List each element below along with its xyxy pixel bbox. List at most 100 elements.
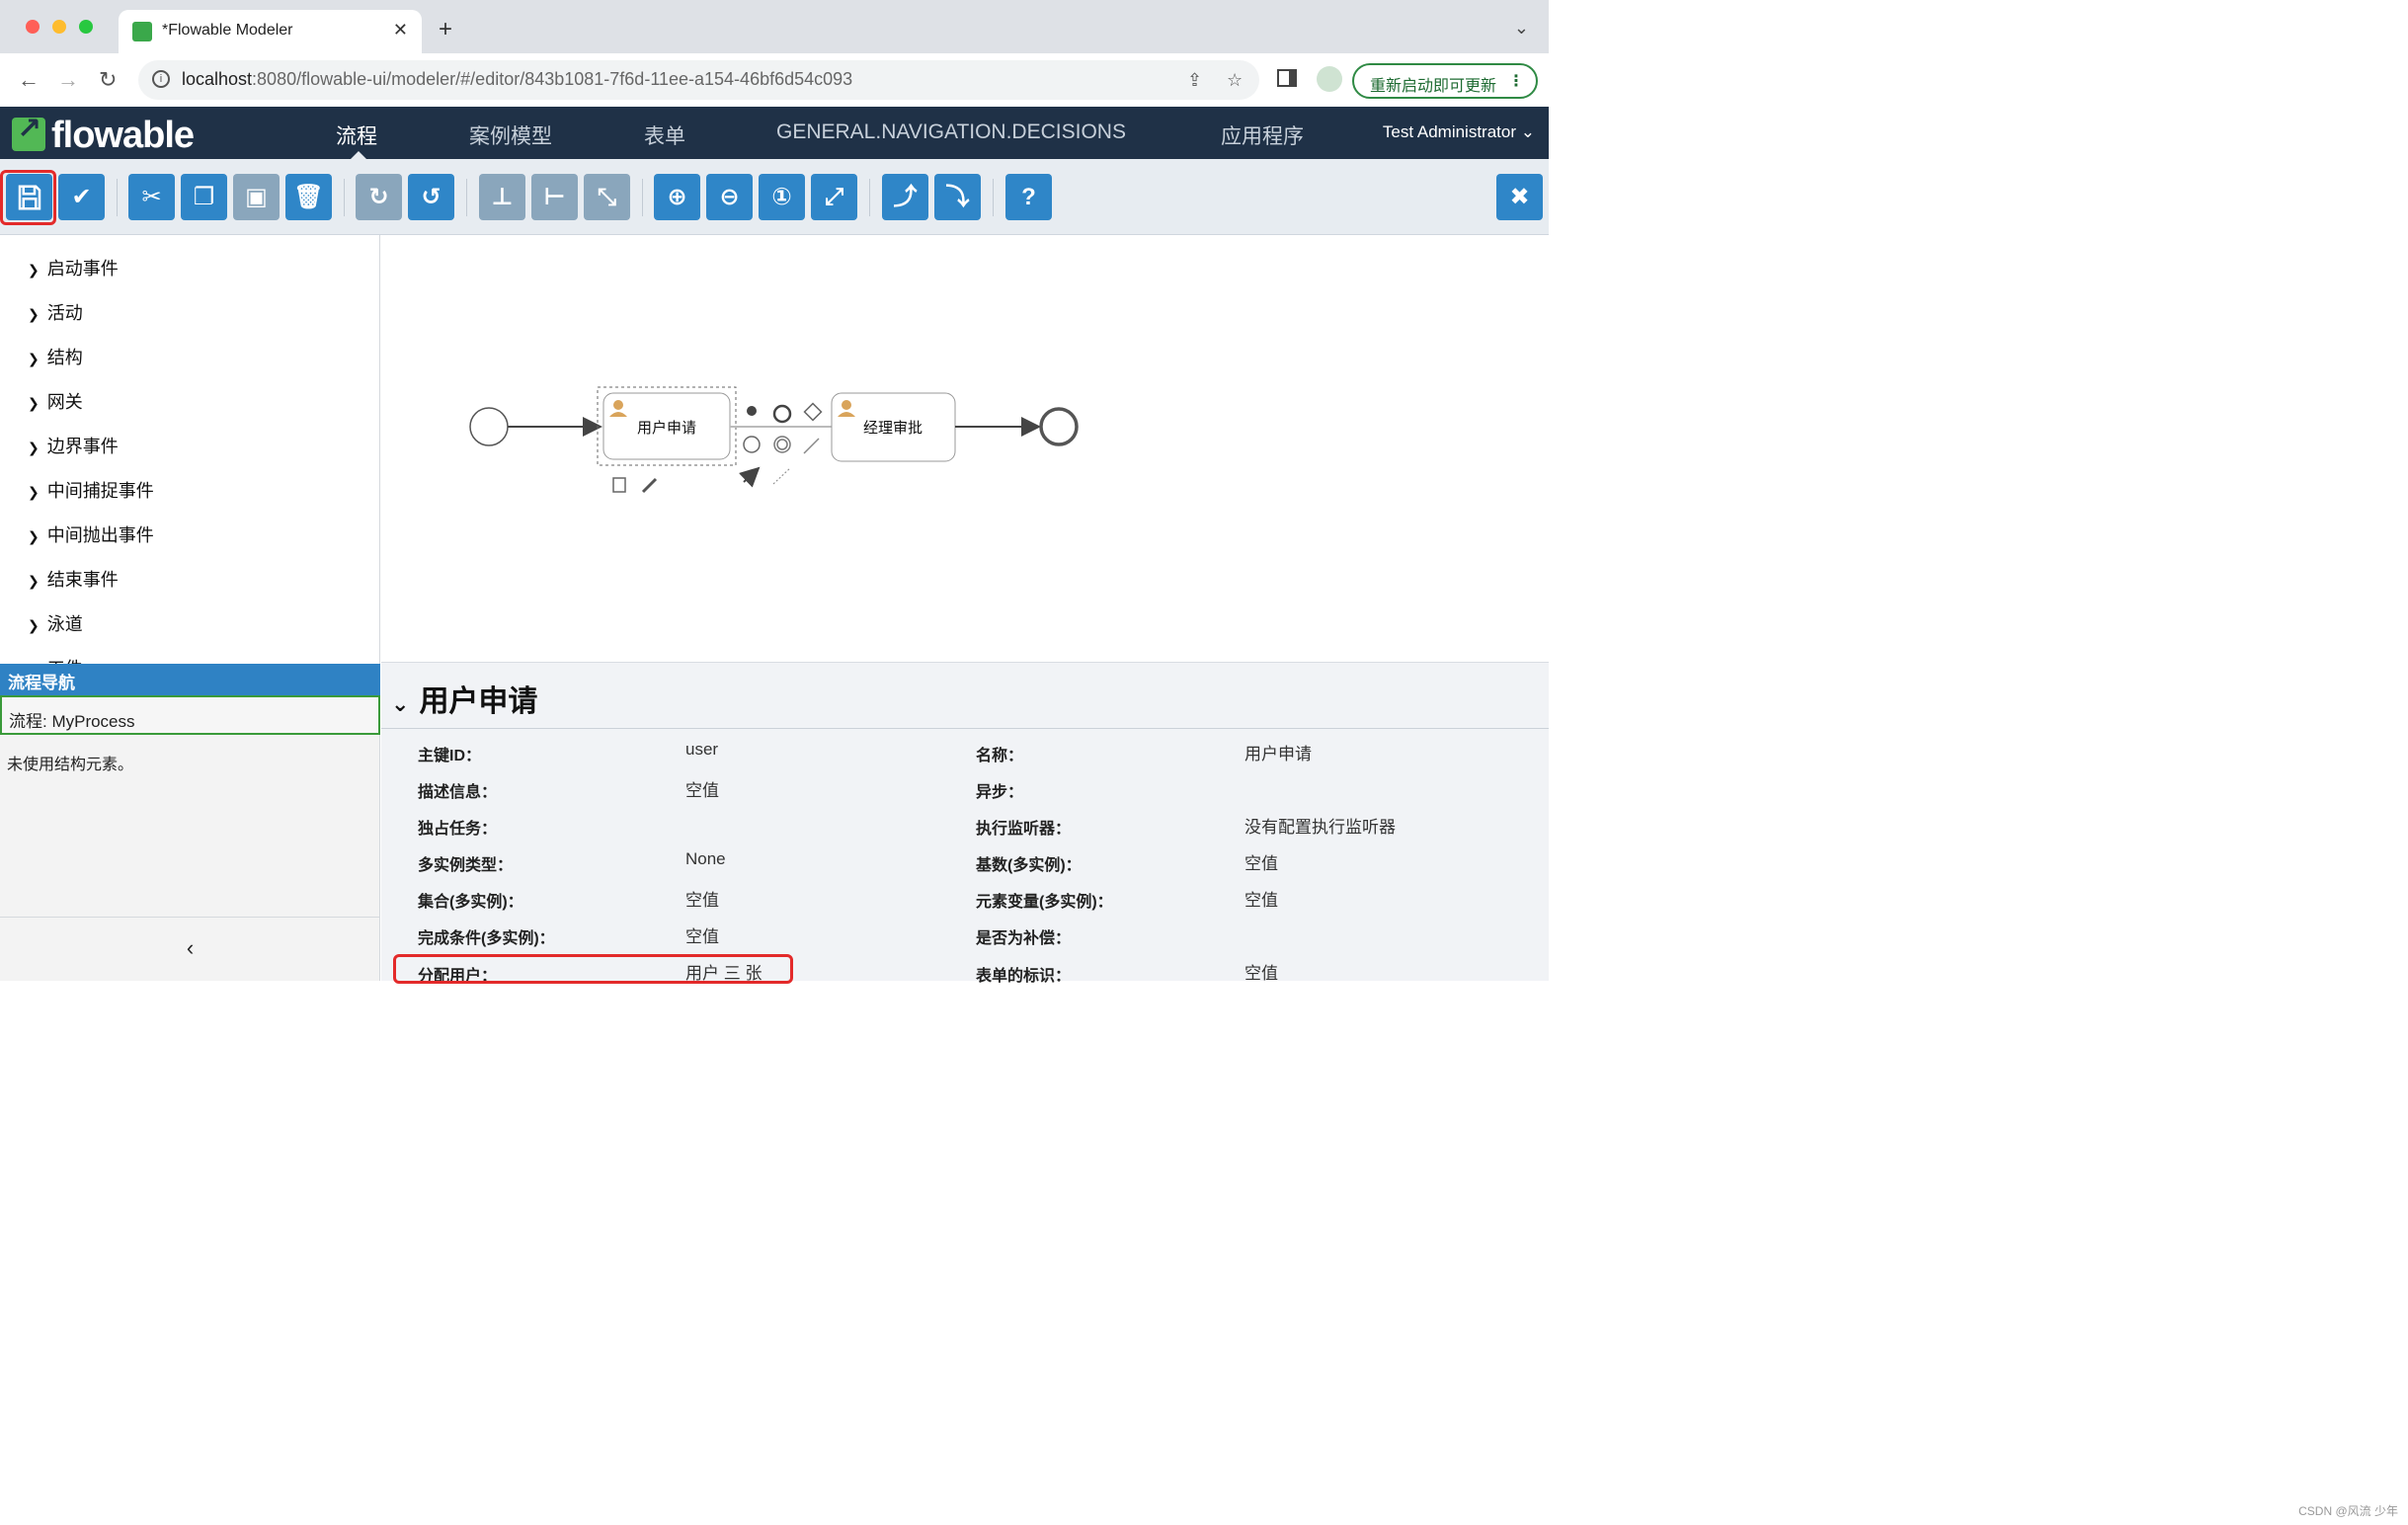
browser-tab[interactable]: *Flowable Modeler ✕ bbox=[119, 10, 422, 53]
prop-value-collection[interactable]: 空值 bbox=[685, 886, 719, 911]
prop-label-compensation: 是否为补偿： bbox=[976, 930, 1072, 947]
help-icon: ? bbox=[1021, 184, 1036, 210]
back-icon[interactable]: ← bbox=[18, 67, 40, 93]
checkmark-icon: ✔ bbox=[71, 184, 92, 210]
nav-form[interactable]: 表单 bbox=[644, 120, 685, 150]
prop-value-multi-instance-type[interactable]: None bbox=[685, 849, 726, 869]
prop-value-execution-listeners[interactable]: 没有配置执行监听器 bbox=[1244, 813, 1396, 838]
same-size-button[interactable]: ⤡ bbox=[584, 174, 630, 220]
quick-association-icon[interactable] bbox=[803, 438, 820, 454]
quick-delete-icon[interactable] bbox=[612, 477, 626, 493]
prop-label-description: 描述信息： bbox=[418, 784, 498, 801]
zoom-in-button[interactable]: ⊕ bbox=[654, 174, 700, 220]
browser-tab-bar: *Flowable Modeler ✕ + ⌄ bbox=[0, 0, 1549, 53]
tab-title: *Flowable Modeler bbox=[162, 22, 293, 39]
cut-button[interactable]: ✂ bbox=[128, 174, 175, 220]
toolbar-separator bbox=[869, 179, 870, 216]
palette-group-boundary-events[interactable]: 边界事件 bbox=[28, 433, 119, 458]
forward-icon[interactable]: → bbox=[57, 67, 79, 93]
user-menu[interactable]: Test Administrator ⌄ bbox=[1383, 122, 1535, 142]
close-editor-button[interactable]: ✖ bbox=[1496, 174, 1543, 220]
quick-end-event-icon[interactable] bbox=[772, 404, 792, 424]
help-button[interactable]: ? bbox=[1005, 174, 1052, 220]
prop-value-completion-condition[interactable]: 空值 bbox=[685, 923, 719, 947]
add-bendpoint-button[interactable]: ⤴ bbox=[882, 174, 928, 220]
prop-value-description[interactable]: 空值 bbox=[685, 776, 719, 801]
align-vertical-button[interactable]: ⊥ bbox=[479, 174, 525, 220]
palette-group-gateways[interactable]: 网关 bbox=[28, 388, 83, 414]
palette-group-artifacts[interactable]: 工件 bbox=[28, 655, 83, 664]
active-nav-caret bbox=[351, 151, 366, 159]
nav-process[interactable]: 流程 bbox=[336, 120, 377, 150]
prop-label-async: 异步： bbox=[976, 784, 1024, 801]
quick-timer-icon[interactable] bbox=[743, 436, 761, 453]
diagram-canvas[interactable]: 用户申请 经理审批 bbox=[381, 235, 1549, 662]
zoom-in-icon: ⊕ bbox=[667, 184, 687, 210]
align-horizontal-button[interactable]: ⊢ bbox=[531, 174, 578, 220]
collapse-panel-button[interactable]: ‹ bbox=[0, 917, 380, 981]
delete-button[interactable]: 🗑 bbox=[285, 174, 332, 220]
prop-value-id[interactable]: user bbox=[685, 740, 718, 760]
prop-label-completion-condition: 完成条件(多实例)： bbox=[418, 930, 555, 947]
properties-title[interactable]: ⌄ 用户申请 bbox=[391, 677, 537, 720]
quick-user-task-icon[interactable] bbox=[747, 406, 757, 416]
url-field[interactable]: i localhost:8080/flowable-ui/modeler/#/e… bbox=[138, 60, 1259, 100]
new-tab-icon[interactable]: + bbox=[439, 16, 452, 43]
end-event[interactable] bbox=[1039, 407, 1079, 446]
tab-search-chevron-icon[interactable]: ⌄ bbox=[1514, 18, 1529, 39]
prop-value-cardinality[interactable]: 空值 bbox=[1244, 849, 1278, 874]
bookmark-star-icon[interactable]: ☆ bbox=[1227, 70, 1243, 91]
zoom-fit-button[interactable]: ⤢ bbox=[811, 174, 857, 220]
task-label-approve: 经理审批 bbox=[863, 420, 923, 437]
profile-avatar[interactable] bbox=[1317, 66, 1342, 92]
shape-palette: 启动事件 活动 结构 网关 边界事件 中间捕捉事件 中间抛出事件 结束事件 泳道… bbox=[0, 235, 380, 664]
redo-icon: ↻ bbox=[368, 184, 389, 210]
close-window-icon[interactable] bbox=[26, 20, 40, 34]
palette-group-intermediate-throw[interactable]: 中间抛出事件 bbox=[28, 522, 154, 547]
validate-button[interactable]: ✔ bbox=[58, 174, 105, 220]
url-path: :8080/flowable-ui/modeler/#/editor/843b1… bbox=[252, 69, 853, 89]
palette-group-start-events[interactable]: 启动事件 bbox=[28, 255, 119, 281]
remove-bendpoint-button[interactable]: ⤵ bbox=[934, 174, 981, 220]
zoom-actual-button[interactable]: ① bbox=[759, 174, 805, 220]
nav-decisions[interactable]: GENERAL.NAVIGATION.DECISIONS bbox=[776, 120, 1126, 144]
share-icon[interactable]: ⇪ bbox=[1187, 70, 1202, 91]
start-event[interactable] bbox=[469, 407, 509, 446]
redo-button[interactable]: ↻ bbox=[356, 174, 402, 220]
paste-button[interactable]: ▣ bbox=[233, 174, 280, 220]
more-menu-icon[interactable]: ⋮ bbox=[1508, 71, 1524, 91]
close-tab-icon[interactable]: ✕ bbox=[393, 20, 408, 40]
nav-case-model[interactable]: 案例模型 bbox=[469, 120, 552, 150]
save-button-highlight bbox=[0, 170, 56, 225]
side-panel-icon[interactable] bbox=[1277, 69, 1297, 87]
flowable-logo[interactable]: flowable bbox=[12, 112, 195, 156]
quick-text-association-icon[interactable] bbox=[772, 467, 791, 485]
quick-wrench-icon[interactable] bbox=[641, 477, 658, 494]
site-info-icon[interactable]: i bbox=[152, 70, 170, 88]
palette-group-swimlanes[interactable]: 泳道 bbox=[28, 610, 83, 636]
nav-apps[interactable]: 应用程序 bbox=[1221, 120, 1304, 150]
editor-toolbar: ✔ ✂ ❐ ▣ 🗑 ↻ ↺ ⊥ ⊢ ⤡ ⊕ ⊖ ① ⤢ ⤴ ⤵ ? ✖ bbox=[0, 159, 1549, 235]
palette-group-structural[interactable]: 结构 bbox=[28, 344, 83, 369]
prop-value-name[interactable]: 用户申请 bbox=[1244, 740, 1312, 764]
update-button[interactable]: 重新启动即可更新 ⋮ bbox=[1352, 63, 1538, 99]
user-task-icon bbox=[613, 400, 623, 410]
process-navigator-item[interactable]: 流程: MyProcess bbox=[0, 695, 380, 735]
zoom-out-button[interactable]: ⊖ bbox=[706, 174, 753, 220]
url-host: localhost bbox=[182, 69, 253, 89]
quick-connect-icon[interactable] bbox=[739, 466, 761, 488]
copy-button[interactable]: ❐ bbox=[181, 174, 227, 220]
prop-value-form-key[interactable]: 空值 bbox=[1244, 959, 1278, 984]
maximize-window-icon[interactable] bbox=[79, 20, 93, 34]
reload-icon[interactable]: ↻ bbox=[99, 67, 117, 93]
palette-group-activities[interactable]: 活动 bbox=[28, 299, 83, 325]
quick-gateway-icon[interactable] bbox=[803, 402, 823, 422]
minimize-window-icon[interactable] bbox=[52, 20, 66, 34]
prop-value-element-variable[interactable]: 空值 bbox=[1244, 886, 1278, 911]
address-bar-row: ← → ↻ i localhost:8080/flowable-ui/model… bbox=[0, 53, 1549, 107]
palette-group-intermediate-catch[interactable]: 中间捕捉事件 bbox=[28, 477, 154, 503]
palette-group-end-events[interactable]: 结束事件 bbox=[28, 566, 119, 592]
undo-button[interactable]: ↺ bbox=[408, 174, 454, 220]
chevron-down-icon: ⌄ bbox=[391, 691, 410, 716]
logo-text: flowable bbox=[51, 115, 195, 156]
